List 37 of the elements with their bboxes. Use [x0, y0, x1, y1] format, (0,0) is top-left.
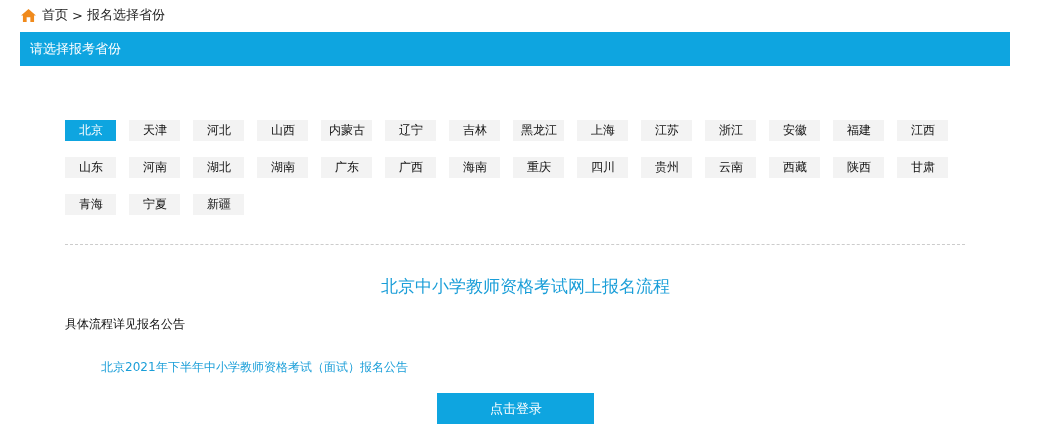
province-button[interactable]: 吉林 [449, 120, 500, 141]
province-button[interactable]: 四川 [577, 157, 628, 178]
province-button[interactable]: 青海 [65, 194, 116, 215]
province-button[interactable]: 重庆 [513, 157, 564, 178]
province-button[interactable]: 湖北 [193, 157, 244, 178]
province-button[interactable]: 天津 [129, 120, 180, 141]
home-icon [21, 8, 36, 22]
province-button[interactable]: 内蒙古 [321, 120, 372, 141]
province-button[interactable]: 黑龙江 [513, 120, 564, 141]
province-button[interactable]: 河北 [193, 120, 244, 141]
breadcrumb-current: 报名选择省份 [86, 6, 165, 24]
province-button[interactable]: 宁夏 [129, 194, 180, 215]
province-button[interactable]: 西藏 [769, 157, 820, 178]
province-button[interactable]: 山西 [257, 120, 308, 141]
province-button[interactable]: 福建 [833, 120, 884, 141]
province-button[interactable]: 辽宁 [385, 120, 436, 141]
province-button[interactable]: 陕西 [833, 157, 884, 178]
province-button[interactable]: 新疆 [193, 194, 244, 215]
province-button[interactable]: 海南 [449, 157, 500, 178]
breadcrumb-separator: > [72, 7, 83, 23]
province-button[interactable]: 上海 [577, 120, 628, 141]
province-button[interactable]: 甘肃 [897, 157, 948, 178]
province-button[interactable]: 江苏 [641, 120, 692, 141]
province-button[interactable]: 山东 [65, 157, 116, 178]
header-title: 请选择报考省份 [30, 40, 121, 58]
process-title: 北京中小学教师资格考试网上报名流程 [380, 276, 670, 296]
province-button[interactable]: 湖南 [257, 157, 308, 178]
province-button[interactable]: 广东 [321, 157, 372, 178]
province-button[interactable]: 安徽 [769, 120, 820, 141]
province-button[interactable]: 贵州 [641, 157, 692, 178]
province-button[interactable]: 浙江 [705, 120, 756, 141]
province-button[interactable]: 江西 [897, 120, 948, 141]
province-button[interactable]: 广西 [385, 157, 436, 178]
home-link[interactable]: 首页 [42, 6, 68, 24]
province-button[interactable]: 河南 [129, 157, 180, 178]
province-button[interactable]: 云南 [705, 157, 756, 178]
process-note: 具体流程详见报名公告 [65, 317, 185, 331]
